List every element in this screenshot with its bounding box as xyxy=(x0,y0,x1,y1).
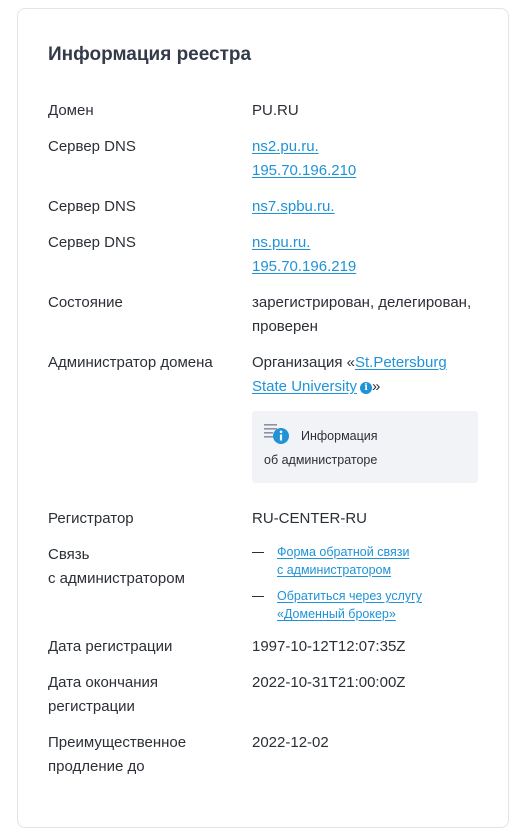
admin-box-label-line1: Информация xyxy=(301,429,378,443)
domain-broker-link-line2[interactable]: «Доменный брокер» xyxy=(277,605,477,623)
domain-broker-link-line1[interactable]: Обратиться через услугу xyxy=(277,587,477,605)
admin-value: Организация «St.Petersburg State Univers… xyxy=(252,351,447,399)
reg-date-value: 1997-10-12T12:07:35Z xyxy=(252,638,406,655)
dns-server-label-1: Сервер DNS xyxy=(48,138,136,155)
reg-date-label: Дата регистрации xyxy=(48,638,173,655)
admin-box-label-line2: об администраторе xyxy=(264,453,378,467)
admin-prefix: Организация « xyxy=(252,354,355,371)
renewal-value: 2022-12-02 xyxy=(252,734,329,751)
dns-host-link-2[interactable]: ns7.spbu.ru. xyxy=(252,198,335,215)
contact-label-line2: с администратором xyxy=(48,570,185,587)
dns-server-value-1: ns2.pu.ru. 195.70.196.210 xyxy=(252,135,356,183)
renewal-label: Преимущественное продление до xyxy=(48,731,186,779)
registry-info-card: Информация реестра Домен PU.RU Сервер DN… xyxy=(17,8,509,828)
dns-server-label-3: Сервер DNS xyxy=(48,234,136,251)
exp-date-label-line1: Дата окончания xyxy=(48,674,159,691)
dns-server-label-2: Сервер DNS xyxy=(48,198,136,215)
renewal-label-line2: продление до xyxy=(48,758,145,775)
domain-broker-link[interactable]: Обратиться через услугу «Доменный брокер… xyxy=(277,587,477,623)
exp-date-value: 2022-10-31T21:00:00Z xyxy=(252,674,406,691)
document-info-icon xyxy=(264,424,289,444)
renewal-label-line1: Преимущественное xyxy=(48,734,187,751)
dns-host-link-1[interactable]: ns2.pu.ru. xyxy=(252,138,319,155)
state-value-line2: проверен xyxy=(252,318,318,335)
info-icon[interactable]: i xyxy=(360,382,373,394)
dns-ip-link-3[interactable]: 195.70.196.219 xyxy=(252,258,356,275)
feedback-form-link-line1[interactable]: Форма обратной связи xyxy=(277,543,477,561)
dash-bullet xyxy=(252,552,264,553)
registrar-value: RU-CENTER-RU xyxy=(252,510,367,527)
state-label: Состояние xyxy=(48,294,123,311)
state-value: зарегистрирован, делегирован, проверен xyxy=(252,291,471,339)
registrar-label: Регистратор xyxy=(48,510,134,527)
contact-label-line1: Связь xyxy=(48,546,90,563)
domain-label: Домен xyxy=(48,102,94,119)
admin-org-link-line1[interactable]: St.Petersburg xyxy=(355,354,447,371)
exp-date-label-line2: регистрации xyxy=(48,698,135,715)
admin-info-box[interactable]: Информация об администраторе xyxy=(252,411,478,483)
feedback-form-link-line2[interactable]: с администратором xyxy=(277,561,477,579)
dns-server-value-2: ns7.spbu.ru. xyxy=(252,195,335,219)
feedback-form-link[interactable]: Форма обратной связи с администратором xyxy=(277,543,477,579)
dash-bullet xyxy=(252,596,264,597)
contact-label: Связь с администратором xyxy=(48,543,185,591)
state-value-line1: зарегистрирован, делегирован, xyxy=(252,294,472,311)
dns-host-link-3[interactable]: ns.pu.ru. xyxy=(252,234,310,251)
dns-server-value-3: ns.pu.ru. 195.70.196.219 xyxy=(252,231,356,279)
dns-ip-link-1[interactable]: 195.70.196.210 xyxy=(252,162,356,179)
page-title: Информация реестра xyxy=(48,44,252,65)
admin-suffix: » xyxy=(372,378,381,395)
admin-org-link-line2[interactable]: State University xyxy=(252,378,357,395)
domain-value: PU.RU xyxy=(252,102,299,119)
exp-date-label: Дата окончания регистрации xyxy=(48,671,158,719)
admin-label: Администратор домена xyxy=(48,354,213,371)
